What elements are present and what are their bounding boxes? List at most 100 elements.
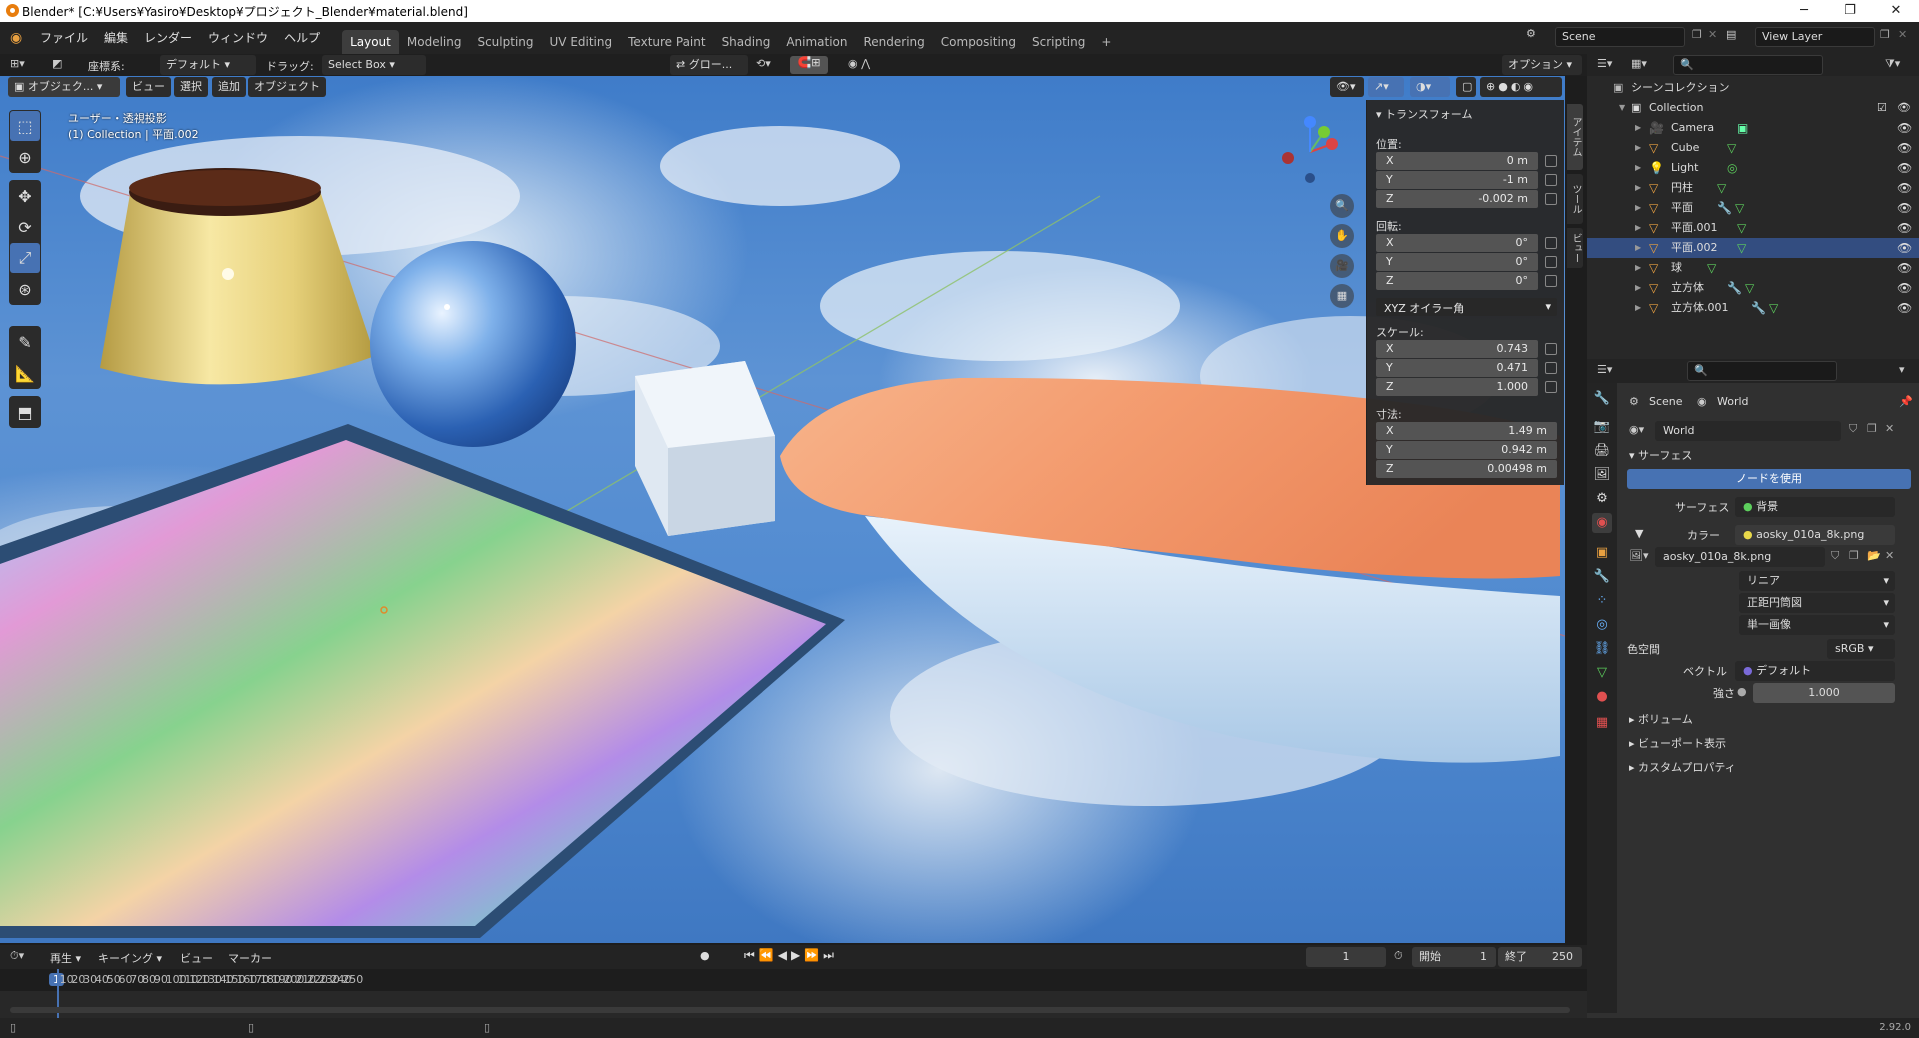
- expand-icon[interactable]: ▼: [1619, 98, 1625, 118]
- expand-icon[interactable]: ▶: [1635, 138, 1641, 158]
- dimensions-x-field[interactable]: X 1.49 m: [1376, 422, 1557, 440]
- menu-add[interactable]: 追加: [212, 77, 246, 97]
- location-y-field[interactable]: Y -1 m: [1376, 171, 1538, 189]
- object-tab-icon[interactable]: ▣: [1592, 543, 1612, 563]
- physics-tab-icon[interactable]: ◎: [1592, 615, 1612, 635]
- coord-dropdown[interactable]: デフォルト ▾: [160, 55, 256, 75]
- add-workspace-icon[interactable]: +: [1093, 30, 1119, 54]
- timeline-scrollbar[interactable]: [10, 1007, 1570, 1013]
- source-dropdown[interactable]: 単一画像 ▾: [1739, 615, 1895, 635]
- cursor-tool-icon[interactable]: ⊕: [10, 142, 40, 172]
- tool-tab-icon[interactable]: 🔧: [1592, 389, 1612, 409]
- transform-orientation-icon[interactable]: ⟲▾: [756, 57, 771, 70]
- world-name-field[interactable]: World: [1655, 421, 1841, 441]
- filter-icon[interactable]: ⧩▾: [1885, 57, 1900, 71]
- tab-tool[interactable]: ツール: [1567, 174, 1583, 224]
- eye-icon[interactable]: 👁: [1897, 198, 1912, 218]
- volume-panel-header[interactable]: ▸ ボリューム: [1629, 711, 1693, 727]
- expand-icon[interactable]: ▶: [1635, 238, 1641, 258]
- scene-selector[interactable]: Scene: [1555, 27, 1685, 47]
- expand-icon[interactable]: ▶: [1635, 178, 1641, 198]
- outliner-item-box-001[interactable]: ▶ ▽ 立方体.001 🔧 ▽ 👁: [1587, 298, 1919, 318]
- expand-icon[interactable]: ▶: [1635, 278, 1641, 298]
- playback-controls-icon[interactable]: ⏮⏪◀▶⏩⏭: [744, 948, 838, 963]
- projection-dropdown[interactable]: 正距円筒図 ▾: [1739, 593, 1895, 613]
- new-world-icon[interactable]: ❐: [1867, 422, 1877, 435]
- eye-icon[interactable]: 👁: [1897, 98, 1911, 118]
- blender-menu-icon[interactable]: ◉: [10, 30, 32, 46]
- menu-timeline-view[interactable]: ビュー: [180, 950, 213, 966]
- properties-search-input[interactable]: 🔍: [1687, 361, 1837, 381]
- measure-tool-icon[interactable]: 📐: [10, 358, 40, 388]
- active-tool-icon[interactable]: ◩: [52, 57, 62, 70]
- menu-keying[interactable]: キーイング ▾: [98, 950, 162, 966]
- transform-tool-icon[interactable]: ⊛: [10, 274, 40, 304]
- vector-field[interactable]: ● デフォルト: [1735, 661, 1895, 681]
- view-layer-icon[interactable]: ▤: [1726, 28, 1736, 41]
- view-layer-selector[interactable]: View Layer: [1755, 27, 1875, 47]
- material-tab-icon[interactable]: ●: [1592, 687, 1612, 707]
- rotate-tool-icon[interactable]: ⟳: [10, 212, 40, 242]
- colorspace-dropdown[interactable]: sRGB ▾: [1827, 639, 1895, 659]
- start-frame-field[interactable]: 開始 1: [1412, 947, 1496, 967]
- data-tab-icon[interactable]: ▽: [1592, 663, 1612, 683]
- new-view-layer-icon[interactable]: ❐: [1880, 28, 1890, 41]
- unlink-image-icon[interactable]: ✕: [1885, 549, 1894, 562]
- 3d-viewport[interactable]: ▣ オブジェク... ▾ ビュー 選択 追加 オブジェクト 👁▾ ↗▾ ◑▾ ▢…: [0, 76, 1565, 943]
- lock-icon[interactable]: [1545, 275, 1557, 287]
- perspective-grid-icon[interactable]: ▦: [1330, 284, 1354, 308]
- rotation-z-field[interactable]: Z 0°: [1376, 272, 1538, 290]
- move-tool-icon[interactable]: ✥: [10, 181, 40, 211]
- modifier-tab-icon[interactable]: 🔧: [1592, 567, 1612, 587]
- expand-icon[interactable]: ▶: [1635, 258, 1641, 278]
- image-type-icon[interactable]: 🖼▾: [1629, 549, 1649, 562]
- outliner-search-input[interactable]: 🔍: [1673, 55, 1823, 75]
- rotation-x-field[interactable]: X 0°: [1376, 234, 1538, 252]
- fake-user-shield-icon[interactable]: ⛉: [1831, 549, 1839, 563]
- unlink-world-icon[interactable]: ✕: [1885, 422, 1894, 435]
- scene-tab-icon[interactable]: ⚙: [1592, 489, 1612, 509]
- lock-icon[interactable]: [1545, 343, 1557, 355]
- snap-toggle-icon[interactable]: 🧲⊞: [790, 56, 828, 74]
- lock-icon[interactable]: [1545, 381, 1557, 393]
- navigation-gizmo[interactable]: [1270, 110, 1350, 190]
- delete-view-layer-icon[interactable]: ✕: [1898, 28, 1907, 41]
- expand-icon[interactable]: ▶: [1635, 298, 1641, 318]
- shading-mode-icon[interactable]: ⊕●◐◉: [1480, 77, 1562, 97]
- gizmo-toggle-icon[interactable]: ↗▾: [1368, 77, 1404, 97]
- preview-range-icon[interactable]: ⏱: [1394, 949, 1403, 963]
- zoom-icon[interactable]: 🔍: [1330, 194, 1354, 218]
- strength-field[interactable]: 1.000: [1753, 683, 1895, 703]
- overlay-toggle-icon[interactable]: ◑▾: [1410, 77, 1450, 97]
- scene-icon[interactable]: ⚙: [1526, 27, 1536, 40]
- tab-uv-editing[interactable]: UV Editing: [542, 30, 621, 54]
- pin-icon[interactable]: 📌: [1899, 395, 1913, 408]
- menu-help[interactable]: ヘルプ: [276, 27, 328, 49]
- outliner-item-plane-002[interactable]: ▶ ▽ 平面.002 ▽ 👁: [1587, 238, 1919, 258]
- dimensions-y-field[interactable]: Y 0.942 m: [1376, 441, 1557, 459]
- dimensions-z-field[interactable]: Z 0.00498 m: [1376, 460, 1557, 478]
- tab-animation[interactable]: Animation: [778, 30, 855, 54]
- tab-scripting[interactable]: Scripting: [1024, 30, 1093, 54]
- eye-icon[interactable]: 👁: [1897, 218, 1912, 238]
- frame-ruler[interactable]: 1102030405060708090100110120130140150160…: [0, 969, 1587, 991]
- menu-render[interactable]: レンダー: [136, 27, 200, 49]
- tab-item[interactable]: アイテム: [1567, 104, 1583, 170]
- timeline-editor-icon[interactable]: ⏱▾: [10, 949, 24, 963]
- outliner-scene-collection[interactable]: ▣ シーンコレクション: [1587, 78, 1919, 98]
- menu-file[interactable]: ファイル: [32, 27, 96, 49]
- outliner-item-light[interactable]: ▶ 💡 Light ◎ 👁: [1587, 158, 1919, 178]
- lock-icon[interactable]: [1545, 174, 1557, 186]
- editor-type-icon[interactable]: ⊞▾: [10, 57, 25, 70]
- tab-texture-paint[interactable]: Texture Paint: [620, 30, 713, 54]
- outliner-item-plane-001[interactable]: ▶ ▽ 平面.001 ▽ 👁: [1587, 218, 1919, 238]
- proportional-edit-icon[interactable]: ◉ ⋀: [848, 57, 870, 70]
- rotation-mode-dropdown[interactable]: XYZ オイラー角 ▾: [1376, 298, 1557, 316]
- outliner-item-camera[interactable]: ▶ 🎥 Camera ▣ 👁: [1587, 118, 1919, 138]
- constraints-tab-icon[interactable]: ⛓: [1592, 639, 1612, 659]
- close-window-button[interactable]: ✕: [1873, 0, 1919, 22]
- world-tab-icon[interactable]: ◉: [1592, 513, 1612, 533]
- eye-icon[interactable]: 👁: [1897, 238, 1912, 258]
- color-texture-field[interactable]: ● aosky_010a_8k.png: [1735, 525, 1895, 545]
- lock-icon[interactable]: [1545, 237, 1557, 249]
